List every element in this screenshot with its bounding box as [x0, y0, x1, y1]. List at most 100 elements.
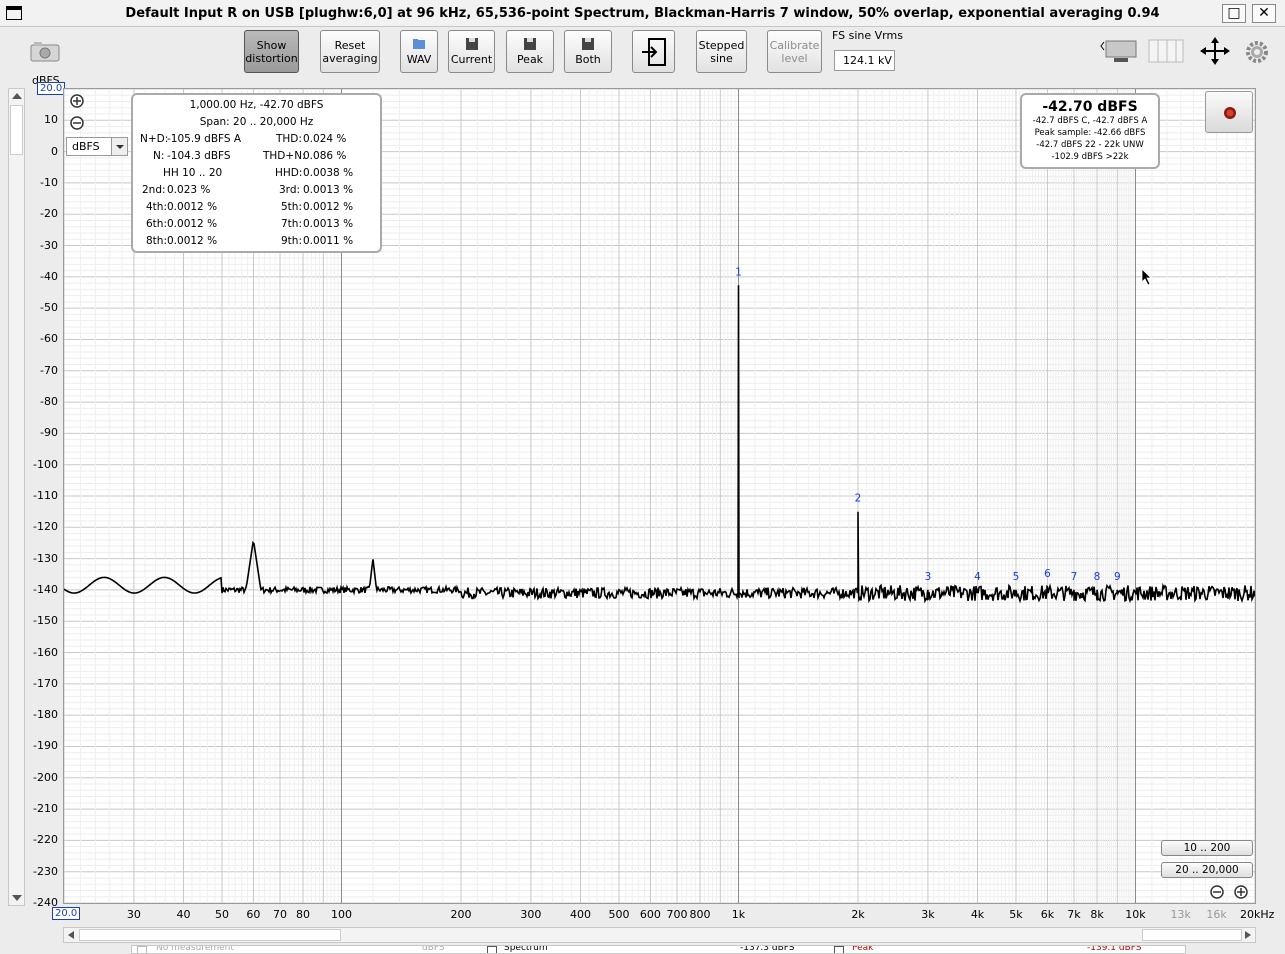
x-axis-end-label: 20kHz: [1240, 908, 1275, 921]
save-both-button[interactable]: Both: [564, 30, 612, 73]
y-axis-top-value[interactable]: 20.0: [37, 82, 66, 95]
scroll-down-icon[interactable]: [12, 895, 22, 901]
y-tick-label: 0: [51, 144, 58, 158]
x-tick-label: 2k: [851, 908, 865, 921]
y-tick-label: -80: [40, 395, 58, 409]
y-tick-label: -90: [40, 426, 58, 440]
save-icon: [465, 37, 478, 50]
scroll-left-icon[interactable]: [68, 931, 74, 939]
close-button[interactable]: ✕: [1252, 4, 1276, 23]
x-tick-label: 300: [520, 908, 542, 921]
y-tick-label: -230: [33, 864, 58, 878]
harmonic-label: 2: [855, 493, 862, 505]
vertical-scroll-thumb[interactable]: [10, 105, 23, 155]
fs-sine-field[interactable]: 124.1 kV: [834, 50, 895, 71]
hh-label: HH 10 .. 20: [163, 167, 223, 179]
y-tick-label: -160: [33, 645, 58, 659]
y-tick-label: -140: [33, 582, 58, 596]
zoom-in-icon[interactable]: [69, 93, 85, 113]
x-tick-label: 100: [330, 908, 352, 921]
x-zoom-out-icon[interactable]: [1209, 884, 1225, 904]
y-tick-label: -30: [40, 238, 58, 252]
save-peak-button[interactable]: Peak: [506, 30, 554, 73]
scroll-right-icon[interactable]: [1245, 931, 1251, 939]
peak-checkbox[interactable]: [834, 946, 844, 953]
y-tick-label: -190: [33, 739, 58, 753]
harmonic-label: 6: [1044, 568, 1051, 580]
gear-icon[interactable]: [1245, 40, 1269, 68]
level-line-3: -42.7 dBFS 22 - 22k UNW: [1036, 140, 1144, 150]
title-bar: Default Input R on USB [plughw:6,0] at 9…: [0, 0, 1285, 27]
move-arrows-icon[interactable]: [1198, 36, 1232, 70]
y-tick-label: -220: [33, 833, 58, 847]
x-tick-label: 16k: [1206, 908, 1227, 921]
peak-label: Peak: [516, 52, 544, 66]
stepped-sine-button[interactable]: Stepped sine: [696, 30, 747, 73]
x-tick-label: 400: [570, 908, 591, 921]
y-tick-label: -130: [33, 551, 58, 565]
x-tick-label: 800: [689, 908, 711, 921]
y-tick-label: -50: [40, 301, 58, 315]
zoom-out-icon[interactable]: [69, 115, 85, 135]
x-tick-label: 1k: [731, 908, 746, 921]
x-tick-label: 200: [450, 908, 472, 921]
n-value: -104.3 dBFS: [167, 150, 231, 162]
harmonic-label: 3: [925, 571, 932, 583]
mouse-cursor-icon: [1141, 268, 1152, 286]
record-button[interactable]: [1205, 91, 1253, 133]
vertical-scrollbar[interactable]: [8, 88, 25, 906]
show-distortion-label: Show distortion: [245, 38, 298, 65]
legend-unit: dBFS: [422, 945, 445, 953]
no-measurement-checkbox[interactable]: [137, 946, 147, 953]
x-axis-start-value[interactable]: 20.0: [52, 907, 81, 920]
y-tick-label: -100: [33, 457, 58, 471]
y-tick-label: -120: [33, 520, 58, 534]
current-label: Current: [450, 52, 493, 66]
y-tick-label: -20: [40, 207, 58, 221]
hhd-label: HHD:: [275, 167, 303, 179]
maximize-button[interactable]: □: [1222, 4, 1246, 23]
unit-select[interactable]: dBFS: [66, 137, 128, 156]
spectrum-checkbox[interactable]: [487, 946, 497, 953]
calibrate-level-button[interactable]: Calibrate level: [767, 30, 822, 73]
thdn-value: 0.086 %: [303, 150, 347, 162]
horizontal-scroll-thumb-right[interactable]: [1142, 929, 1242, 941]
y-tick-label: 10: [44, 113, 58, 127]
columns-icon[interactable]: [1148, 38, 1186, 68]
h2-label: 2nd:: [142, 184, 166, 196]
y-tick-label: -210: [33, 802, 58, 816]
reset-averaging-button[interactable]: Reset averaging: [320, 30, 380, 73]
y-tick-label: -60: [40, 332, 58, 346]
x-tick-label: 30: [126, 908, 141, 921]
h5-label: 5th:: [281, 201, 302, 213]
harmonic-label: 7: [1071, 571, 1078, 583]
wav-button[interactable]: WAV: [400, 30, 438, 73]
h8-label: 8th:: [146, 235, 167, 247]
range-10-200-button[interactable]: 10 .. 200: [1161, 840, 1253, 856]
camera-icon[interactable]: [30, 40, 60, 66]
save-current-button[interactable]: Current: [448, 30, 495, 73]
level-main: -42.70 dBFS: [1042, 99, 1138, 115]
chevron-down-icon[interactable]: [111, 138, 127, 155]
horizontal-scrollbar[interactable]: [63, 927, 1256, 943]
h8-value: 0.0012 %: [167, 235, 218, 247]
peak-legend-label: Peak: [852, 945, 874, 953]
reset-averaging-label: Reset averaging: [322, 38, 378, 65]
scroll-up-icon[interactable]: [12, 93, 22, 99]
y-tick-label: -10: [40, 175, 58, 189]
x-zoom-in-icon[interactable]: [1233, 884, 1249, 904]
no-measurement-label: No measurement: [156, 945, 234, 953]
import-button[interactable]: [632, 30, 675, 73]
calibrate-level-label: Calibrate level: [769, 38, 820, 65]
range-20-20000-button[interactable]: 20 .. 20,000: [1161, 862, 1253, 878]
y-tick-label: -70: [40, 363, 58, 377]
unit-select-value: dBFS: [72, 140, 100, 153]
harmonic-label: 5: [1013, 571, 1020, 583]
show-distortion-button[interactable]: Show distortion: [244, 30, 299, 73]
h5-value: 0.0012 %: [303, 201, 354, 213]
import-icon: [641, 37, 666, 66]
layout-icon[interactable]: [1100, 38, 1138, 68]
horizontal-scroll-thumb-left[interactable]: [79, 929, 341, 941]
harmonic-label: 9: [1114, 571, 1121, 583]
x-tick-label: 3k: [921, 908, 935, 921]
